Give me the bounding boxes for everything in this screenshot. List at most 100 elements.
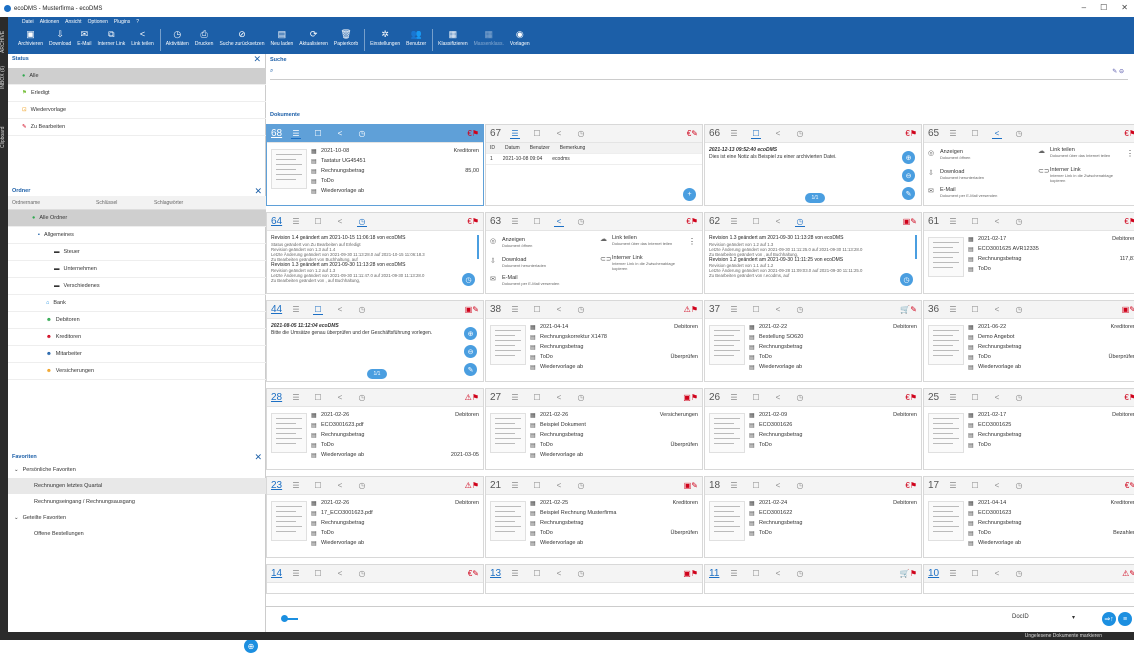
minimize-button[interactable]: – (1082, 3, 1086, 12)
folder-item[interactable]: ☻ Debitoren (8, 312, 266, 329)
document-card[interactable]: 27 ☰ ☐ < ◷ ▣⚑ ▦ 2021-02-26 Versicherungen ▤ Beispi… (485, 388, 703, 470)
tab-clipboard[interactable]: Clipboard (0, 117, 8, 157)
history-tab-icon[interactable]: ◷ (357, 129, 367, 138)
history-tab-icon[interactable]: ◷ (357, 217, 367, 227)
document-id[interactable]: 21 (490, 480, 510, 491)
fields-tab-icon[interactable]: ☰ (291, 129, 301, 139)
note-tab-icon[interactable]: ☐ (970, 217, 980, 226)
toolbar-button-1[interactable]: ⇩ Download (49, 26, 71, 47)
document-thumbnail[interactable] (709, 413, 745, 453)
document-thumbnail[interactable] (709, 325, 745, 365)
document-card[interactable]: 36☰ ☐ < ◷ ▣✎ ▦ 2021-06-22 Kreditoren ▤ Demo Angeb… (923, 300, 1134, 382)
folder-item[interactable]: ▬ Verschiedenes (8, 278, 266, 295)
fields-tab-icon[interactable]: ☰ (948, 129, 958, 138)
folder-item[interactable]: ⌂ Bank (8, 295, 266, 312)
zoom-slider[interactable] (281, 615, 298, 622)
history-tab-icon[interactable]: ◷ (576, 393, 586, 402)
share-tab-icon[interactable]: < (554, 129, 564, 138)
folder-item[interactable]: ▬ Unternehmen (8, 261, 266, 278)
document-id[interactable]: 28 (271, 392, 291, 403)
remove-note-button[interactable]: ⊖ (902, 169, 915, 182)
document-card[interactable]: 10☰ ☐ < ◷ ⚠✎ (923, 564, 1134, 594)
history-tab-icon[interactable]: ◷ (1014, 129, 1024, 138)
share-tab-icon[interactable]: < (335, 305, 345, 314)
share-option[interactable]: ⊂⊃ Interner Link Interner Link in die Zwis… (1038, 167, 1128, 183)
share-option[interactable]: ⇩ Download Dokument herunterladen (928, 169, 1018, 180)
share-option[interactable]: ✉ E-Mail Dokument per E-Mail versenden (490, 275, 580, 286)
folder-item[interactable]: ▪ Allgemeines (8, 227, 266, 244)
note-tab-icon[interactable]: ☐ (970, 305, 980, 314)
versions-row[interactable]: 1 2021-10-08 09:04 ecodms (486, 154, 702, 165)
toolbar-button-9[interactable]: ⟳ Aktualisieren (299, 26, 328, 47)
versions-col[interactable]: Benutzer (530, 145, 550, 151)
fields-tab-icon[interactable]: ☰ (510, 217, 520, 226)
document-card[interactable]: 14 ☰ ☐ < ◷ €✎ (266, 564, 484, 594)
document-id[interactable]: 67 (490, 128, 510, 139)
share-tab-icon[interactable]: < (554, 569, 564, 578)
history-tab-icon[interactable]: ◷ (357, 481, 367, 490)
fields-tab-icon[interactable]: ☰ (729, 393, 739, 402)
close-status-icon[interactable]: ✕ (253, 54, 261, 65)
share-tab-icon[interactable]: < (335, 129, 345, 138)
tab-archive[interactable]: ARCHIVE (0, 27, 8, 57)
history-tab-icon[interactable]: ◷ (357, 393, 367, 402)
document-card[interactable]: 66 ☰ ☐ < ◷ €⚑ 2021-12-13 09:52:40 ecoDMS Dies i… (704, 124, 922, 206)
fields-tab-icon[interactable]: ☰ (948, 393, 958, 402)
menu-button[interactable]: ≡ (1118, 612, 1132, 626)
status-item[interactable]: ⊡ Wiedervorlage (8, 102, 266, 119)
remove-note-button[interactable]: ⊖ (464, 345, 477, 358)
toolbar-button-14[interactable]: ▦ Massenklass. (474, 26, 504, 47)
fields-tab-icon[interactable]: ☰ (948, 305, 958, 314)
document-card[interactable]: 68 ☰ ☐ < ◷ €⚑ ▦ 2021-10-08 Kreditoren ▤ Tastatur U… (266, 124, 484, 206)
history-tab-icon[interactable]: ◷ (357, 569, 367, 578)
fields-tab-icon[interactable]: ☰ (510, 305, 520, 314)
document-card[interactable]: 65☰ ☐ < ◷ €⚑ ◎AnzeigenDokument öffnen ☁Link te… (923, 124, 1134, 206)
add-favorite-button[interactable]: ⊕ (244, 639, 258, 653)
toolbar-button-8[interactable]: ▤ Neu laden (270, 26, 293, 47)
fields-tab-icon[interactable]: ☰ (291, 217, 301, 226)
note-tab-icon[interactable]: ☐ (532, 393, 542, 402)
toolbar-button-4[interactable]: < Link teilen (131, 26, 154, 47)
history-tab-icon[interactable]: ◷ (576, 217, 586, 226)
toolbar-button-2[interactable]: ✉ E-Mail (77, 26, 91, 47)
more-icon[interactable]: ⋮ (1126, 149, 1134, 158)
document-card[interactable]: 18 ☰ ☐ < ◷ €⚑ ▦ 2021-02-24 Debitoren ▤ ECO3001622 ▤… (704, 476, 922, 558)
fields-tab-icon[interactable]: ☰ (729, 217, 739, 226)
edit-search-icon[interactable]: ✎ ⊖ (1112, 68, 1124, 75)
close-favorites-icon[interactable]: ✕ (254, 452, 262, 463)
more-icon[interactable]: ⋮ (688, 237, 696, 246)
document-thumbnail[interactable] (490, 501, 526, 541)
document-thumbnail[interactable] (271, 149, 307, 189)
note-tab-icon[interactable]: ☐ (532, 305, 542, 314)
document-thumbnail[interactable] (271, 501, 307, 541)
fields-tab-icon[interactable]: ☰ (729, 305, 739, 314)
note-tab-icon[interactable]: ☐ (970, 129, 980, 138)
document-id[interactable]: 65 (928, 128, 948, 139)
toolbar-button-7[interactable]: ⊘ Suche zurücksetzen (219, 26, 264, 47)
share-option[interactable]: ☁ Link teilen Dokument über das Internet t… (600, 235, 690, 246)
share-tab-icon[interactable]: < (773, 217, 783, 226)
history-tab-icon[interactable]: ◷ (576, 481, 586, 490)
document-thumbnail[interactable] (490, 325, 526, 365)
document-id[interactable]: 17 (928, 480, 948, 491)
document-id[interactable]: 13 (490, 568, 510, 579)
versions-col[interactable]: Bemerkung (560, 145, 586, 151)
history-button[interactable]: ◷ (900, 273, 913, 286)
toolbar-button-5[interactable]: ◷ Aktivitäten (166, 26, 189, 47)
col-schluessel[interactable]: Schlüssel (96, 200, 154, 206)
document-id[interactable]: 10 (928, 568, 948, 579)
chevron-down-icon[interactable]: ▾ (1072, 614, 1075, 621)
share-tab-icon[interactable]: < (992, 129, 1002, 139)
note-tab-icon[interactable]: ☐ (313, 217, 323, 226)
share-option[interactable]: ☁ Link teilen Dokument über das Internet t… (1038, 147, 1128, 158)
status-item[interactable]: ✎ Zu Bearbeiten (8, 119, 266, 136)
history-tab-icon[interactable]: ◷ (576, 305, 586, 314)
toolbar-button-0[interactable]: ▣ Archivieren (18, 26, 43, 47)
toolbar-button-3[interactable]: ⧉ Interner Link (97, 26, 125, 47)
chevron-down-icon[interactable]: ⌄ (14, 515, 19, 521)
favorite-item[interactable]: ⌄ Geteilte Favoriten (8, 510, 266, 526)
document-id[interactable]: 61 (928, 216, 948, 227)
document-thumbnail[interactable] (928, 325, 964, 365)
document-card[interactable]: 17☰ ☐ < ◷ €✎ ▦ 2021-04-14 Kreditoren ▤ ECO3001623… (923, 476, 1134, 558)
note-tab-icon[interactable]: ☐ (751, 217, 761, 226)
